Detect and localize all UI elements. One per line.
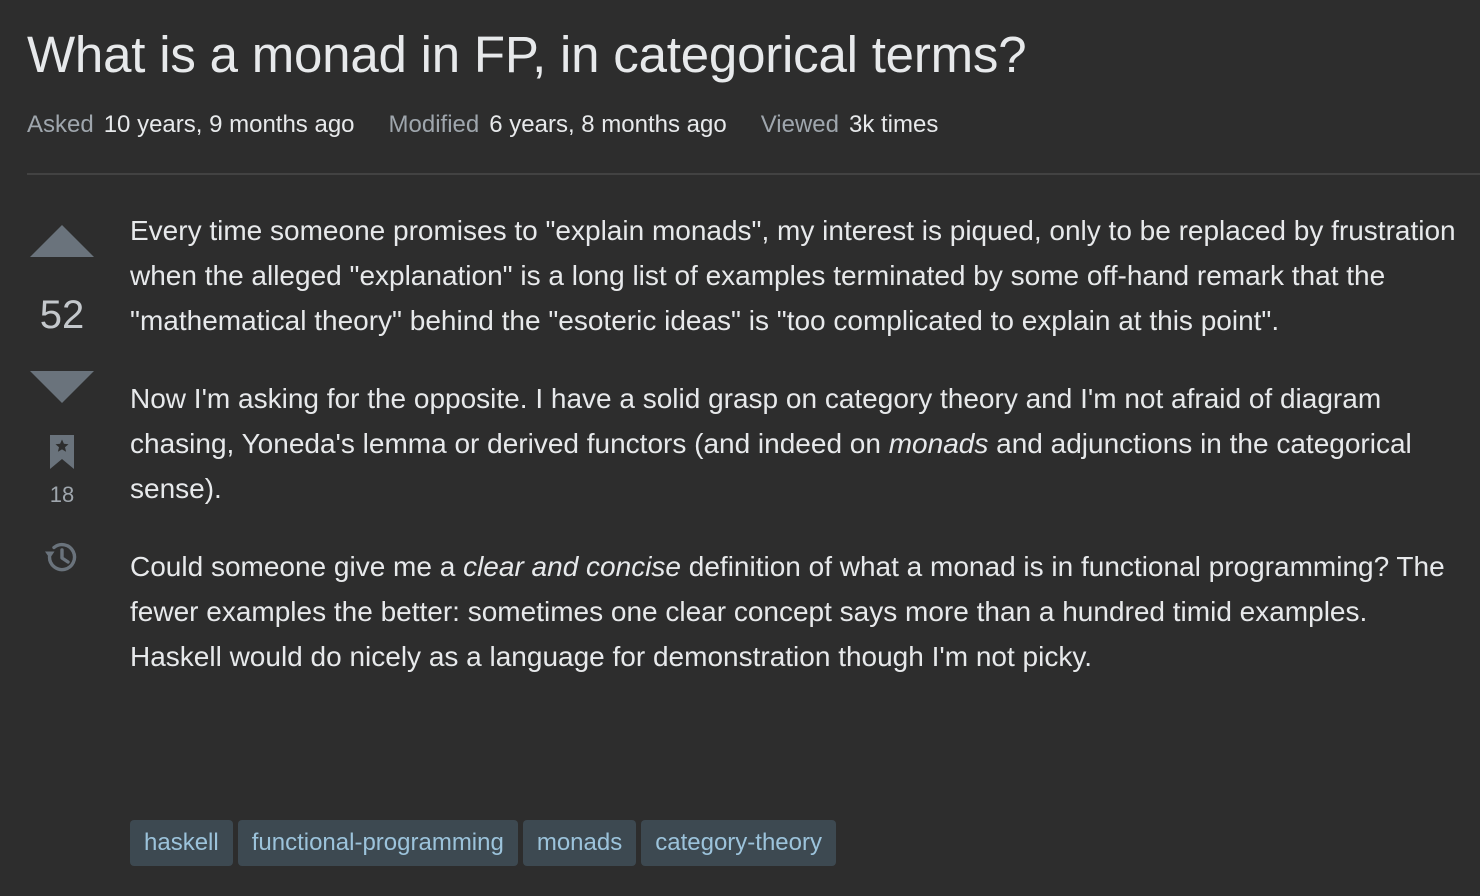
body-paragraph-2: Now I'm asking for the opposite. I have … [130,376,1460,511]
tag-functional-programming[interactable]: functional-programming [237,820,518,866]
body-paragraph-2-emphasis: monads [888,428,989,459]
viewed-label: Viewed [760,111,839,138]
history-icon[interactable] [42,538,80,576]
question-body: Every time someone promises to "explain … [130,208,1460,712]
body-paragraph-3: Could someone give me a clear and concis… [130,544,1460,679]
tag-monads[interactable]: monads [522,820,637,866]
asked-label: Asked [27,111,94,138]
tag-category-theory[interactable]: category-theory [641,820,836,866]
question-title[interactable]: What is a monad in FP, in categorical te… [27,24,1027,86]
viewed-meta: Viewed 3k times [761,108,939,142]
body-paragraph-3-text-a: Could someone give me a [130,551,464,582]
vote-score: 52 [39,293,85,337]
question-meta: Asked 10 years, 9 months ago Modified 6 ye… [27,108,972,142]
upvote-arrow-icon[interactable] [30,225,94,257]
asked-meta: Asked 10 years, 9 months ago [27,108,355,142]
bookmark-count: 18 [49,482,75,507]
modified-label: Modified [388,111,480,138]
body-paragraph-3-emphasis: clear and concise [463,551,681,582]
question-page: What is a monad in FP, in categorical te… [0,0,1480,896]
header-divider [27,173,1480,175]
body-paragraph-1: Every time someone promises to "explain … [130,215,1456,336]
tag-list: haskell functional-programming monads ca… [130,820,836,866]
bookmark-icon[interactable] [49,434,75,470]
asked-value[interactable]: 10 years, 9 months ago [104,111,355,138]
modified-meta: Modified 6 years, 8 months ago [389,108,727,142]
modified-value[interactable]: 6 years, 8 months ago [489,111,726,138]
viewed-value: 3k times [849,111,939,138]
downvote-arrow-icon[interactable] [30,371,94,403]
tag-haskell[interactable]: haskell [130,820,233,866]
